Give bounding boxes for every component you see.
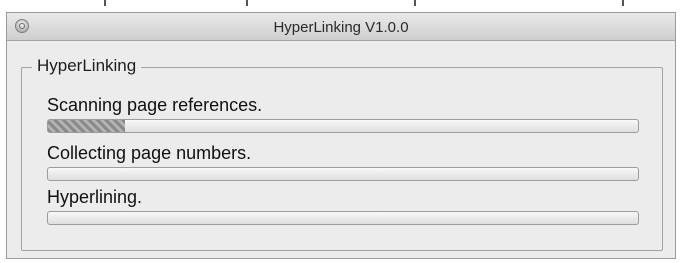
edge-mark [104, 0, 106, 6]
step-label-scanning: Scanning page references. [47, 95, 263, 115]
progress-fill [48, 120, 125, 132]
progress-bar-scanning [47, 119, 639, 133]
background-edge [0, 0, 684, 12]
title-bar[interactable]: HyperLinking V1.0.0 [7, 13, 675, 41]
edge-mark [622, 0, 624, 6]
progress-bar-hyperlining [47, 211, 639, 225]
edge-mark [246, 0, 248, 6]
progress-bar-collecting [47, 167, 639, 181]
group-label: HyperLinking [32, 56, 142, 76]
progress-window: HyperLinking V1.0.0 HyperLinking Scannin… [6, 12, 676, 259]
step-label-collecting: Collecting page numbers. [47, 143, 252, 163]
step-label-hyperlining: Hyperlining. [47, 187, 143, 207]
edge-mark [414, 0, 416, 6]
window-title: HyperLinking V1.0.0 [273, 19, 409, 36]
